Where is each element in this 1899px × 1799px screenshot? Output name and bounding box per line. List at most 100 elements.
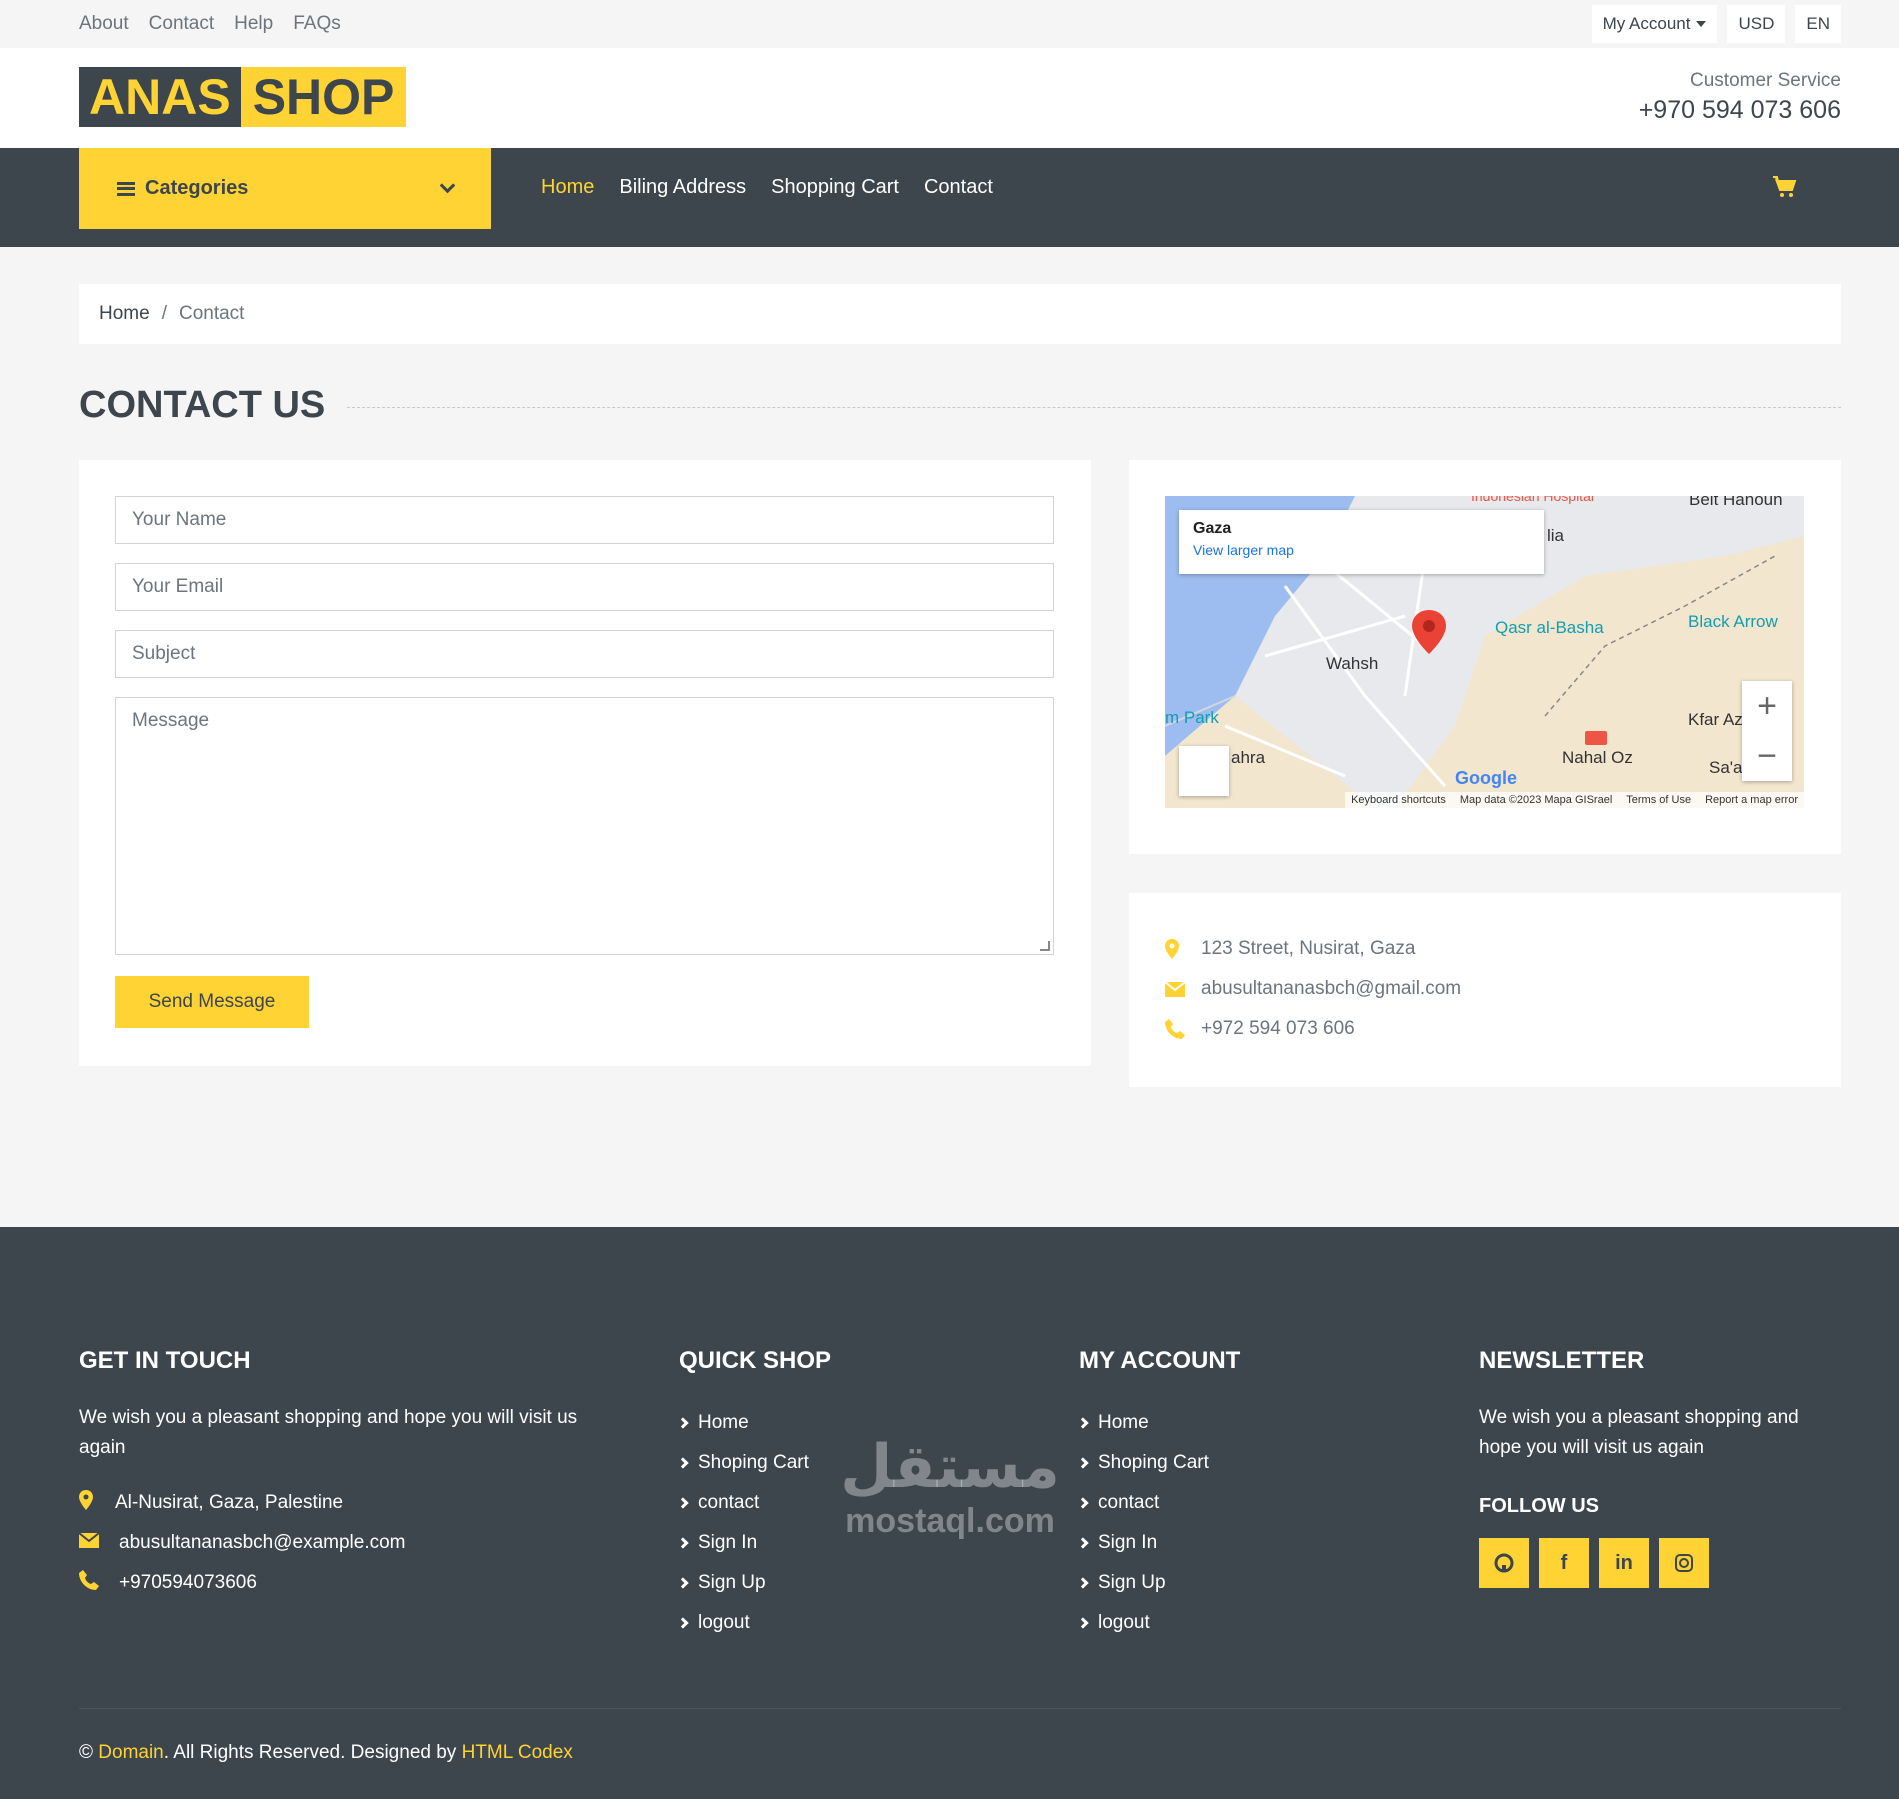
cart-icon[interactable]: [1773, 176, 1797, 198]
quick-shop-link-logout[interactable]: logout: [677, 1603, 999, 1643]
my-account-link-sign-up[interactable]: Sign Up: [1077, 1563, 1399, 1603]
footer-newsletter: NEWSLETTER We wish you a pleasant shoppi…: [1479, 1347, 1841, 1588]
my-account-link-label: Sign In: [1098, 1532, 1158, 1553]
copyright-symbol: ©: [79, 1742, 93, 1763]
contact-phone: +972 594 073 606: [1201, 1018, 1355, 1039]
chevron-right-icon: [1077, 1617, 1089, 1629]
email-input[interactable]: Your Email: [115, 563, 1054, 611]
send-message-button[interactable]: Send Message: [115, 976, 309, 1028]
facebook-icon[interactable]: f: [1539, 1538, 1589, 1588]
view-larger-map-link[interactable]: View larger map: [1193, 542, 1530, 558]
main-nav: Home Biling Address Shopping Cart Contac…: [541, 176, 993, 199]
footer-address: Al-Nusirat, Gaza, Palestine: [115, 1492, 344, 1513]
currency-button[interactable]: USD: [1727, 5, 1786, 43]
my-account-link-label: Shoping Cart: [1098, 1452, 1209, 1473]
social-links: f in: [1479, 1538, 1841, 1588]
logo-part2: SHOP: [240, 67, 407, 127]
page-title: CONTACT US: [79, 384, 326, 426]
footer-email[interactable]: abusultananasbch@example.com: [119, 1532, 406, 1554]
street-view-button[interactable]: [1179, 746, 1229, 796]
nav-contact[interactable]: Contact: [924, 176, 993, 199]
quick-shop-link-sign-up[interactable]: Sign Up: [677, 1563, 999, 1603]
terms-of-use-link[interactable]: Terms of Use: [1626, 794, 1691, 806]
map-marker-icon[interactable]: [1412, 610, 1446, 654]
report-error-link[interactable]: Report a map error: [1705, 794, 1798, 806]
top-link-help[interactable]: Help: [234, 13, 273, 35]
quick-shop-link-label: Home: [698, 1412, 749, 1433]
map-place-title: Gaza: [1193, 520, 1232, 537]
nav-shopping-cart[interactable]: Shopping Cart: [771, 176, 899, 199]
nav-billing-address[interactable]: Biling Address: [619, 176, 746, 199]
name-input[interactable]: Your Name: [115, 496, 1054, 544]
subject-input[interactable]: Subject: [115, 630, 1054, 678]
map-label-zahra: ahra: [1231, 748, 1266, 767]
nav-home[interactable]: Home: [541, 176, 594, 199]
html-codex-link[interactable]: HTML Codex: [462, 1742, 573, 1763]
zoom-in-button[interactable]: +: [1742, 681, 1792, 731]
breadcrumb-home[interactable]: Home: [99, 303, 150, 325]
message-textarea[interactable]: Message: [115, 697, 1054, 955]
chevron-right-icon: [677, 1497, 689, 1509]
quick-shop-link-label: Shoping Cart: [698, 1452, 809, 1473]
chevron-right-icon: [1077, 1537, 1089, 1549]
resize-handle-icon[interactable]: [1040, 941, 1050, 951]
github-icon[interactable]: [1479, 1538, 1529, 1588]
watermark-arabic: مستقل: [840, 1432, 1060, 1502]
map-label-kfar-az: Kfar Az: [1688, 710, 1743, 729]
map-pin-icon: [79, 1490, 115, 1516]
footer-address-row: Al-Nusirat, Gaza, Palestine: [79, 1483, 599, 1523]
chevron-right-icon: [677, 1617, 689, 1629]
map-data-text: Map data ©2023 Mapa GISrael: [1459, 794, 1613, 806]
contact-phone-row: +972 594 073 606: [1165, 1009, 1805, 1049]
my-account-link-logout[interactable]: logout: [1077, 1603, 1399, 1643]
envelope-icon: [78, 1532, 119, 1554]
chevron-right-icon: [677, 1417, 689, 1429]
my-account-link-sign-in[interactable]: Sign In: [1077, 1523, 1399, 1563]
my-account-link-home[interactable]: Home: [1077, 1403, 1399, 1443]
contact-email-row: abusultananasbch@gmail.com: [1165, 969, 1805, 1009]
map-pin-icon: [1165, 939, 1201, 959]
language-button[interactable]: EN: [1795, 5, 1841, 43]
chevron-right-icon: [1077, 1577, 1089, 1589]
customer-service-phone: +970 594 073 606: [1638, 96, 1841, 124]
quick-shop-link-label: Sign Up: [698, 1572, 766, 1593]
map-label-qasr: Qasr al-Basha: [1495, 618, 1604, 637]
top-link-contact[interactable]: Contact: [149, 13, 214, 35]
message-placeholder: Message: [132, 710, 210, 731]
map-label-park: m Park: [1165, 708, 1219, 727]
top-link-about[interactable]: About: [79, 13, 129, 35]
instagram-icon[interactable]: [1659, 1538, 1709, 1588]
zoom-out-button[interactable]: −: [1742, 731, 1792, 781]
header: ANAS SHOP Customer Service +970 594 073 …: [0, 48, 1899, 148]
my-account-link-label: Sign Up: [1098, 1572, 1166, 1593]
domain-link[interactable]: Domain: [98, 1742, 163, 1763]
map-label-black-arrow: Black Arrow: [1688, 612, 1778, 631]
my-account-link-contact[interactable]: contact: [1077, 1483, 1399, 1523]
keyboard-shortcuts-link[interactable]: Keyboard shortcuts: [1351, 794, 1446, 806]
map-label-beit-hanoun: Beit Hanoun: [1689, 496, 1783, 509]
top-links: About Contact Help FAQs: [79, 13, 341, 35]
top-link-faqs[interactable]: FAQs: [293, 13, 341, 35]
contact-email[interactable]: abusultananasbch@gmail.com: [1201, 978, 1461, 1000]
categories-toggle[interactable]: Categories: [79, 148, 491, 229]
linkedin-icon[interactable]: in: [1599, 1538, 1649, 1588]
quick-shop-link-label: contact: [698, 1492, 760, 1513]
contact-info-card: 123 Street, Nusirat, Gaza abusultananasb…: [1129, 893, 1841, 1087]
embedded-map[interactable]: Wahsh Qasr al-Basha Black Arrow m Park K…: [1165, 496, 1804, 808]
logo[interactable]: ANAS SHOP: [79, 67, 407, 127]
footer-phone: +970594073606: [119, 1572, 257, 1593]
footer-get-in-touch-title: GET IN TOUCH: [79, 1347, 251, 1374]
footer-phone-row: +970594073606: [79, 1563, 599, 1603]
contact-form-card: Your Name Your Email Subject Message Sen…: [79, 460, 1091, 1066]
breadcrumb-current: Contact: [178, 303, 245, 324]
my-account-dropdown[interactable]: My Account: [1591, 5, 1718, 43]
footer-newsletter-title: NEWSLETTER: [1479, 1347, 1645, 1374]
chevron-right-icon: [1077, 1457, 1089, 1469]
footer-get-in-touch: GET IN TOUCH We wish you a pleasant shop…: [78, 1347, 599, 1603]
title-divider: [347, 407, 1841, 408]
top-bar: About Contact Help FAQs My Account USD E…: [0, 0, 1899, 48]
google-logo: Google: [1455, 768, 1517, 788]
breadcrumb-separator: /: [161, 303, 167, 324]
my-account-link-cart[interactable]: Shoping Cart: [1077, 1443, 1399, 1483]
my-account-label: My Account: [1602, 14, 1691, 33]
